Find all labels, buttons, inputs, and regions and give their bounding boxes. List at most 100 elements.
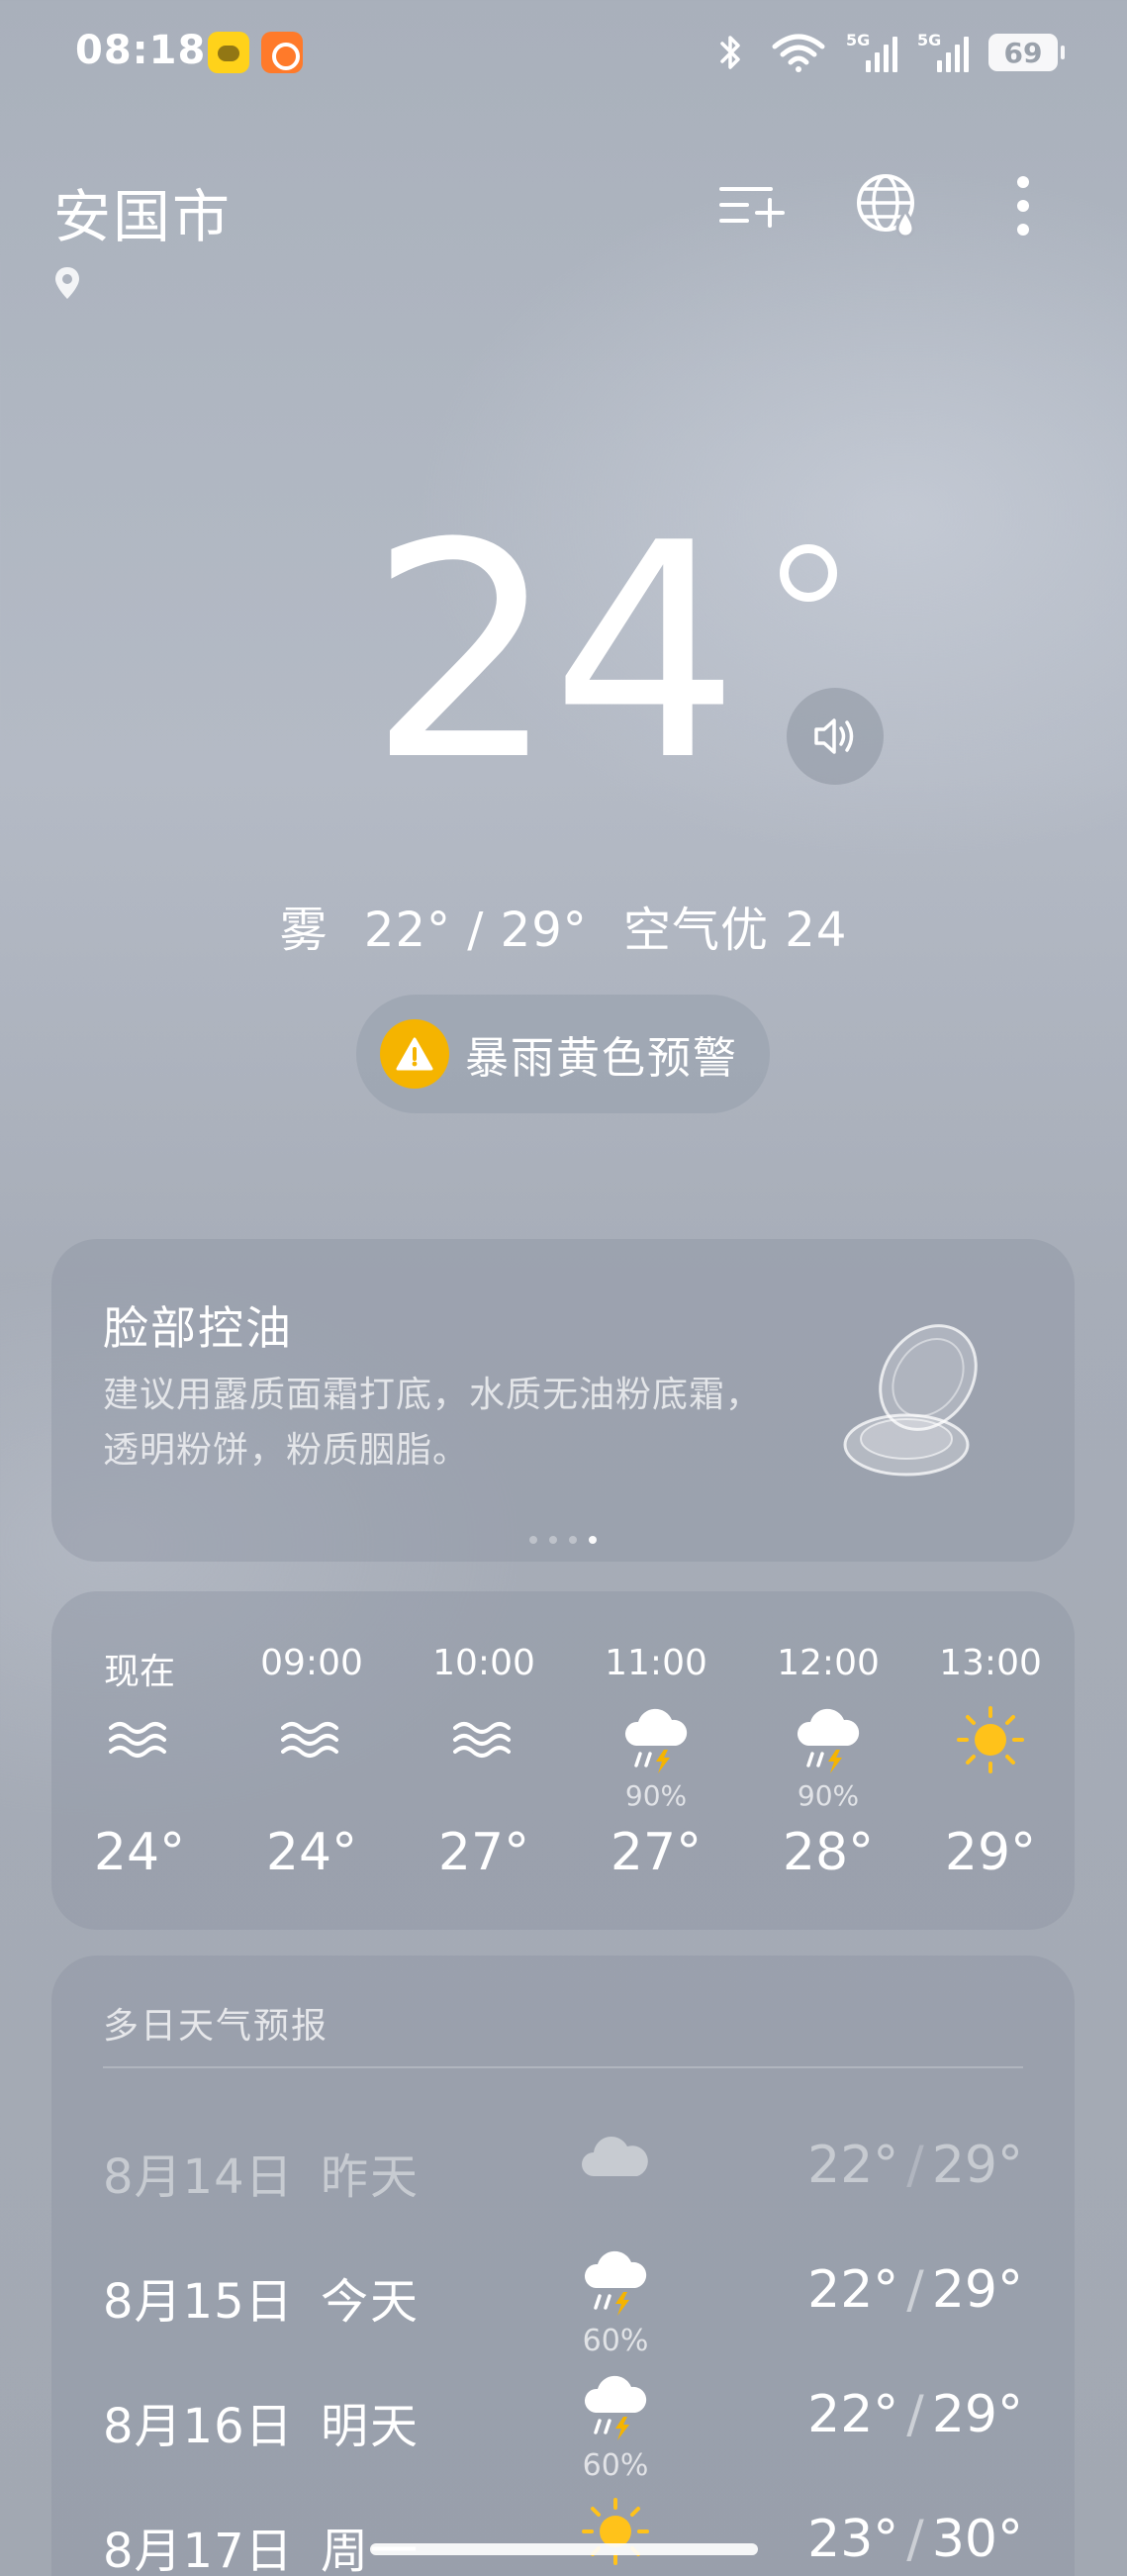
hour-item: 12:00 90% 28° bbox=[744, 1591, 912, 1930]
more-menu-icon bbox=[1017, 176, 1029, 236]
globe-button[interactable] bbox=[849, 166, 928, 245]
warning-icon bbox=[380, 1019, 449, 1089]
day-row[interactable]: 8月16日 明天 60% 22°/29° bbox=[51, 2367, 1075, 2492]
day-high: 29° bbox=[931, 2136, 1023, 2195]
current-temperature-block: 24 bbox=[0, 505, 1127, 821]
page-dot bbox=[529, 1536, 537, 1544]
fog-icon bbox=[444, 1700, 523, 1779]
temp-separator: / bbox=[906, 2510, 924, 2569]
hour-item: 10:00 27° bbox=[400, 1591, 568, 1930]
day-low: 22° bbox=[807, 2136, 899, 2195]
hour-item: 09:00 24° bbox=[228, 1591, 396, 1930]
day-low: 22° bbox=[807, 2385, 899, 2444]
hour-label: 11:00 bbox=[605, 1643, 707, 1683]
weather-summary: 雾 22° / 29° 空气优 24 bbox=[0, 891, 1127, 960]
hour-temp: 24° bbox=[265, 1823, 358, 1882]
hour-label: 12:00 bbox=[777, 1643, 880, 1683]
day-high: 29° bbox=[931, 2260, 1023, 2320]
daily-forecast-card[interactable]: 多日天气预报 8月14日 昨天 22°/29° 8月15日 今天 60% 22°… bbox=[51, 1956, 1075, 2576]
tip-description: 建议用露质面霜打底，水质无油粉底霜，透明粉饼，粉质胭脂。 bbox=[103, 1375, 763, 1471]
day-name: 明天 bbox=[321, 2399, 421, 2454]
cloud-icon bbox=[566, 2118, 665, 2197]
status-icons: 5G 5G 69 bbox=[711, 28, 1065, 77]
day-precip: 60% bbox=[582, 2324, 649, 2358]
daily-title: 多日天气预报 bbox=[103, 2006, 329, 2047]
degree-symbol bbox=[780, 544, 837, 602]
thunderstorm-icon bbox=[789, 1700, 868, 1779]
page-dot bbox=[569, 1536, 577, 1544]
signal-icon: 5G bbox=[846, 31, 897, 74]
more-menu-button[interactable] bbox=[984, 166, 1063, 245]
hour-item: 13:00 29° bbox=[906, 1591, 1075, 1930]
day-temps: 23°/30° bbox=[807, 2510, 1023, 2569]
globe-rain-icon bbox=[857, 174, 915, 239]
city-name[interactable]: 安国市 bbox=[53, 170, 232, 253]
hour-item: 现在 24° bbox=[55, 1591, 224, 1930]
page-dot-active bbox=[589, 1536, 597, 1544]
sun-icon bbox=[951, 1700, 1030, 1779]
hour-label: 10:00 bbox=[432, 1643, 535, 1683]
battery-icon: 69 bbox=[988, 34, 1065, 71]
home-indicator[interactable] bbox=[370, 2543, 758, 2555]
hour-temp: 27° bbox=[437, 1823, 530, 1882]
sun-icon bbox=[566, 2492, 665, 2571]
hourly-forecast-card[interactable]: 现在 24° 09:00 24° 10:00 27° 11:00 90% 27°… bbox=[51, 1591, 1075, 1930]
tip-pagination bbox=[51, 1536, 1075, 1544]
add-city-button[interactable] bbox=[712, 166, 792, 245]
app-badge-icon bbox=[208, 32, 249, 73]
hour-temp: 24° bbox=[93, 1823, 186, 1882]
day-precip: 60% bbox=[582, 2448, 649, 2483]
signal-icon: 5G bbox=[917, 31, 969, 74]
day-low: 22° bbox=[807, 2260, 899, 2320]
temperature-range: 22° / 29° bbox=[363, 903, 588, 958]
day-temps: 22°/29° bbox=[807, 2385, 1023, 2444]
hour-temp: 27° bbox=[610, 1823, 703, 1882]
hour-label: 13:00 bbox=[939, 1643, 1042, 1683]
alert-text: 暴雨黄色预警 bbox=[465, 1033, 738, 1084]
day-temps: 22°/29° bbox=[807, 2260, 1023, 2320]
day-high: 29° bbox=[931, 2385, 1023, 2444]
day-low: 23° bbox=[807, 2510, 899, 2569]
day-name: 今天 bbox=[321, 2274, 421, 2330]
fog-icon bbox=[100, 1700, 179, 1779]
day-high: 30° bbox=[931, 2510, 1023, 2569]
hour-item: 11:00 90% 27° bbox=[572, 1591, 740, 1930]
compact-powder-icon bbox=[837, 1318, 986, 1486]
thunderstorm-icon bbox=[566, 2367, 665, 2446]
add-city-icon bbox=[719, 187, 785, 228]
day-row[interactable]: 8月15日 今天 60% 22°/29° bbox=[51, 2242, 1075, 2367]
day-date: 8月16日 bbox=[103, 2399, 294, 2454]
day-date: 8月14日 bbox=[103, 2149, 294, 2205]
wifi-icon bbox=[771, 33, 826, 72]
hour-temp: 29° bbox=[944, 1823, 1037, 1882]
status-time: 08:18 bbox=[75, 28, 207, 73]
temp-separator: / bbox=[906, 2136, 924, 2195]
battery-level: 69 bbox=[1003, 36, 1043, 69]
hour-temp: 28° bbox=[782, 1823, 875, 1882]
temp-separator: / bbox=[906, 2260, 924, 2320]
status-bar: 08:18 5G 5G 69 bbox=[0, 0, 1127, 109]
life-tip-card[interactable]: 脸部控油 建议用露质面霜打底，水质无油粉底霜，透明粉饼，粉质胭脂。 bbox=[51, 1239, 1075, 1562]
day-row[interactable]: 8月17日 周一 23°/30° bbox=[51, 2492, 1075, 2576]
hour-precip: 90% bbox=[797, 1779, 860, 1812]
day-name: 昨天 bbox=[321, 2149, 421, 2205]
speaker-button[interactable] bbox=[787, 688, 884, 785]
day-date: 8月15日 bbox=[103, 2274, 294, 2330]
temp-separator: / bbox=[906, 2385, 924, 2444]
weather-alert-button[interactable]: 暴雨黄色预警 bbox=[356, 995, 770, 1113]
app-heart-icon bbox=[261, 32, 303, 73]
hour-label: 09:00 bbox=[260, 1643, 363, 1683]
location-pin-icon bbox=[53, 265, 81, 301]
day-date: 8月17日 bbox=[103, 2524, 294, 2576]
page-dot bbox=[549, 1536, 557, 1544]
hour-label: 现在 bbox=[103, 1652, 175, 1692]
hour-precip: 90% bbox=[624, 1779, 688, 1812]
air-quality[interactable]: 空气优 24 bbox=[623, 903, 847, 958]
day-row[interactable]: 8月14日 昨天 22°/29° bbox=[51, 2118, 1075, 2242]
tip-title: 脸部控油 bbox=[103, 1301, 293, 1355]
speaker-icon bbox=[814, 718, 854, 754]
thunderstorm-icon bbox=[616, 1700, 696, 1779]
condition-text: 雾 bbox=[279, 903, 329, 958]
fog-icon bbox=[272, 1700, 351, 1779]
divider bbox=[103, 2066, 1023, 2068]
